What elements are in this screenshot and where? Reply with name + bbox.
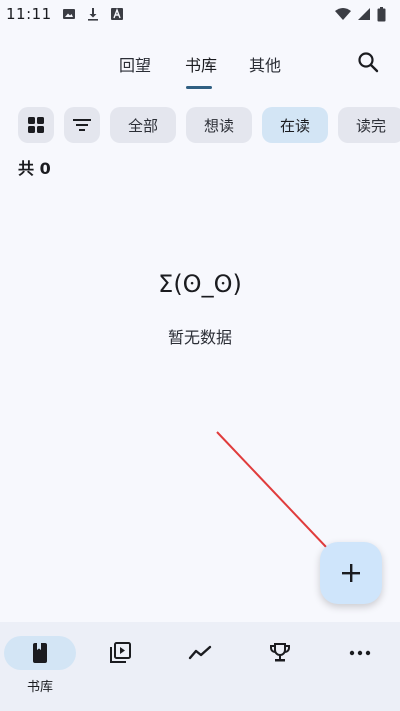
tab-library[interactable]: 书库: [185, 52, 217, 76]
bottom-nav-stats[interactable]: [160, 622, 240, 711]
wifi-icon: [335, 8, 351, 20]
bottom-nav-library-label: 书库: [26, 680, 53, 695]
plus-icon: [342, 564, 360, 582]
top-nav: 回望 书库 其他: [0, 46, 400, 90]
tab-other[interactable]: 其他: [249, 52, 281, 76]
status-bar: 11:11: [0, 0, 400, 28]
book-icon: [33, 643, 47, 663]
book-count: 共 0: [18, 159, 51, 178]
bottom-nav-more[interactable]: [320, 622, 400, 711]
empty-state-face: Σ(ʘ_ʘ): [158, 270, 242, 298]
chip-reading[interactable]: 在读: [262, 107, 329, 143]
active-tab-indicator: [186, 86, 212, 89]
add-book-button[interactable]: [320, 542, 382, 604]
tab-review[interactable]: 回望: [119, 52, 151, 76]
filter-list-icon: [73, 119, 91, 131]
search-icon[interactable]: [356, 50, 380, 74]
battery-icon: [377, 6, 386, 21]
chip-finished[interactable]: 读完: [338, 107, 400, 143]
image-icon: [62, 9, 75, 19]
trophy-icon: [270, 643, 290, 662]
more-icon: [349, 650, 371, 656]
status-right: [335, 6, 386, 22]
status-left: 11:11: [6, 5, 124, 23]
bottom-nav-library[interactable]: 书库: [0, 622, 80, 711]
sort-filter-button[interactable]: [64, 107, 100, 143]
bottom-nav: 书库: [0, 622, 400, 711]
grid-icon: [28, 117, 44, 133]
bottom-nav-playlist[interactable]: [80, 622, 160, 711]
signal-icon: [358, 8, 370, 20]
trend-icon: [188, 645, 212, 660]
bottom-nav-achievements[interactable]: [240, 622, 320, 711]
chip-want-to-read[interactable]: 想读: [186, 107, 253, 143]
download-icon: [87, 8, 98, 21]
filter-row: 全部 想读 在读 读完: [18, 107, 400, 143]
font-a-icon: [110, 8, 123, 20]
playlist-icon: [110, 642, 131, 663]
chip-all[interactable]: 全部: [110, 107, 177, 143]
grid-view-button[interactable]: [18, 107, 54, 143]
status-time: 11:11: [6, 5, 52, 23]
empty-state-text: 暂无数据: [167, 328, 232, 347]
status-notification-icons: [62, 7, 124, 21]
